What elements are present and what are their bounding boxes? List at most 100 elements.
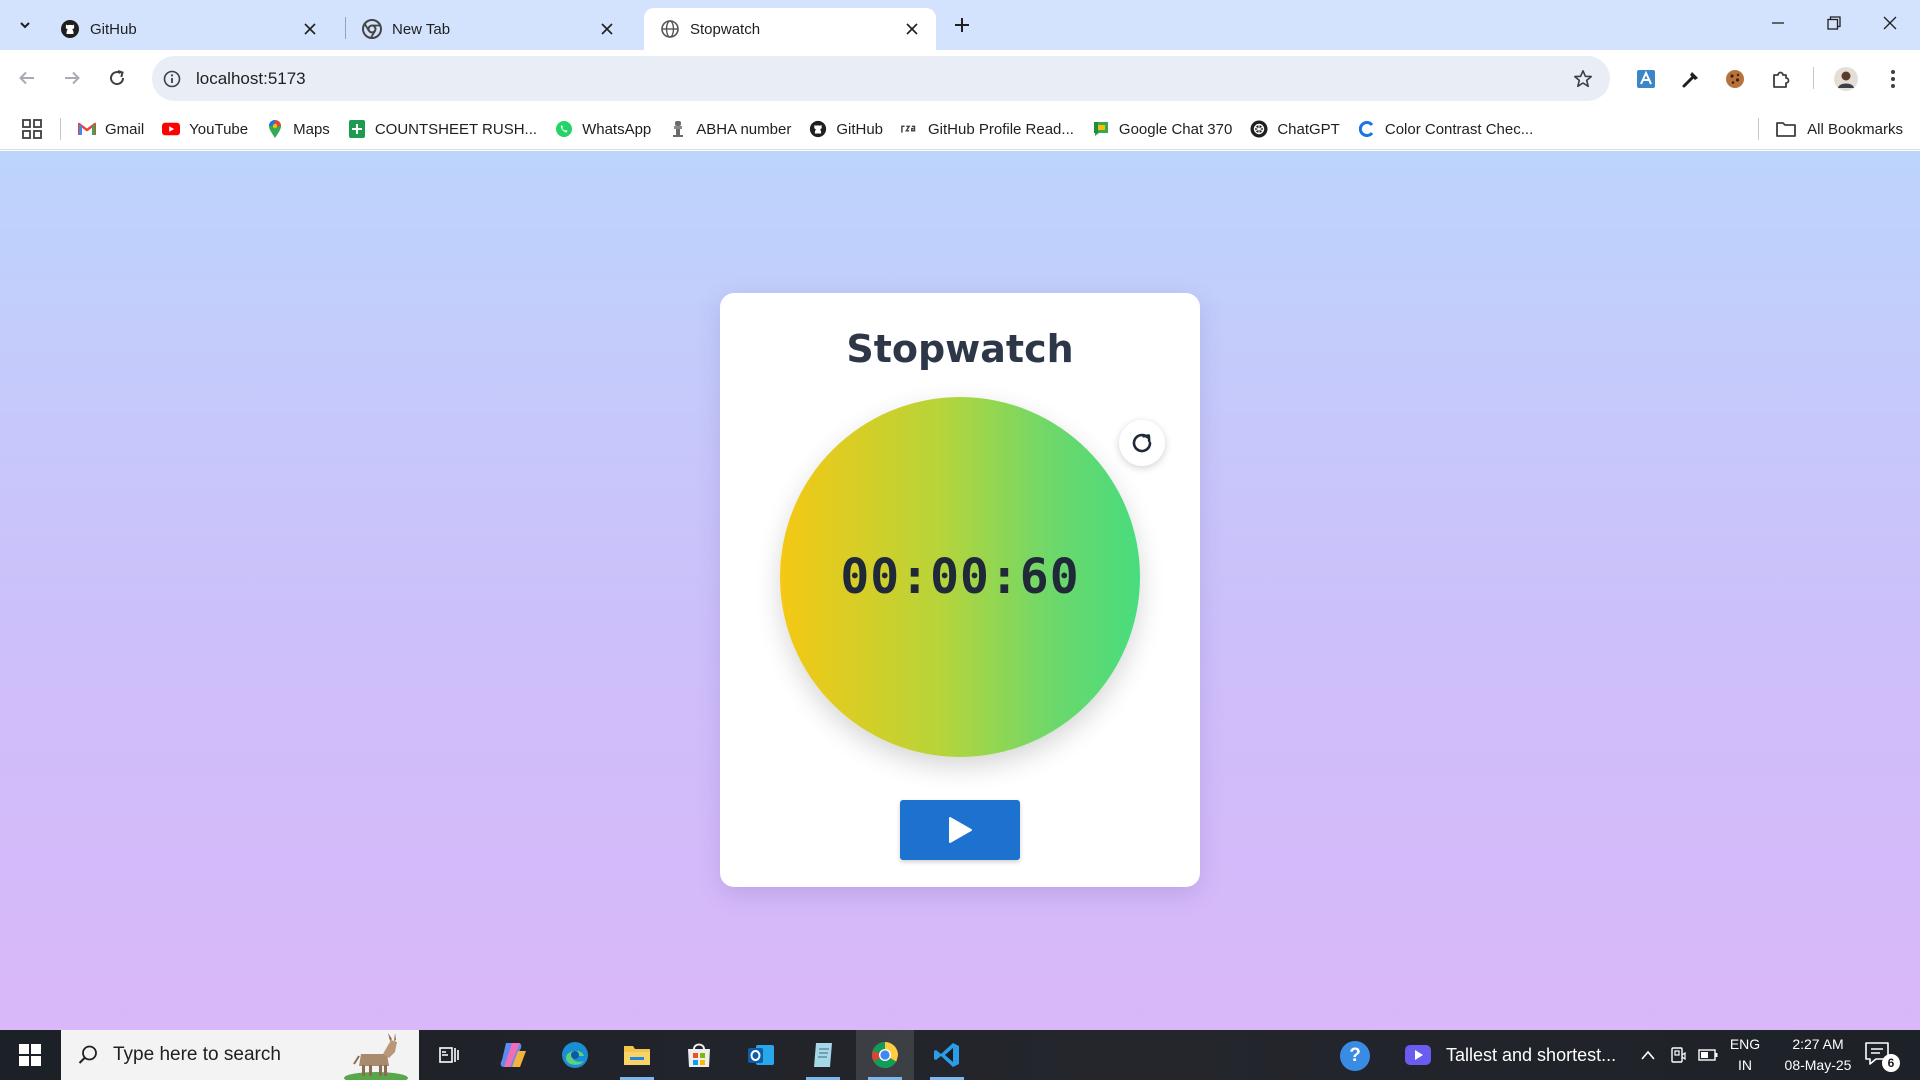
tab-stopwatch[interactable]: Stopwatch xyxy=(644,8,936,50)
apps-grid-icon[interactable] xyxy=(21,118,43,140)
file-explorer-app[interactable] xyxy=(608,1030,666,1080)
minimize-icon xyxy=(1772,22,1784,24)
snipping-app[interactable] xyxy=(794,1030,852,1080)
tab-search-button[interactable] xyxy=(12,12,38,38)
tab-github[interactable]: GitHub xyxy=(44,8,334,50)
reset-button[interactable] xyxy=(1119,420,1165,466)
page-title: Stopwatch xyxy=(846,327,1074,371)
whatsapp-icon xyxy=(555,120,573,138)
bookmark-label: Gmail xyxy=(105,120,145,138)
plus-icon xyxy=(955,18,969,32)
extension-dictionary-icon[interactable] xyxy=(1631,64,1661,94)
bookmark-label: ABHA number xyxy=(696,120,792,138)
bookmark-github[interactable]: GitHub xyxy=(809,114,891,144)
bookmark-whatsapp[interactable]: WhatsApp xyxy=(555,114,659,144)
video-icon xyxy=(1405,1045,1431,1065)
url-text[interactable]: localhost:5173 xyxy=(196,69,306,89)
bookmark-label: Google Chat 370 xyxy=(1118,120,1233,138)
language-region: IN xyxy=(1738,1057,1752,1073)
bookmark-abha[interactable]: ABHA number xyxy=(669,114,799,144)
outlook-app[interactable] xyxy=(732,1030,790,1080)
contrast-checker-icon xyxy=(1358,120,1376,138)
browser-toolbar: localhost:5173 xyxy=(0,50,1920,108)
cookie-icon[interactable] xyxy=(1720,64,1750,94)
reload-icon xyxy=(110,70,125,86)
copilot-icon xyxy=(500,1043,526,1067)
page-background: Stopwatch 00:00:60 xyxy=(0,151,1920,1030)
bookmark-google-chat[interactable]: Google Chat 370 xyxy=(1092,114,1240,144)
chrome-icon xyxy=(871,1041,898,1069)
bookmark-github-profile-readme[interactable]: GitHub Profile Read... xyxy=(901,114,1082,144)
chevron-down-icon xyxy=(20,22,30,29)
bookmark-chatgpt[interactable]: ChatGPT xyxy=(1250,114,1348,144)
avatar[interactable] xyxy=(1831,64,1861,94)
eyedropper-icon[interactable] xyxy=(1676,64,1706,94)
close-icon[interactable] xyxy=(300,19,320,39)
close-window-button[interactable] xyxy=(1862,0,1918,46)
reload-button[interactable] xyxy=(102,63,132,93)
show-hidden-icons-button[interactable] xyxy=(1637,1044,1659,1066)
toolbar-divider xyxy=(1813,67,1814,89)
news-text: Tallest and shortest... xyxy=(1446,1044,1617,1065)
meet-now-icon[interactable] xyxy=(1667,1044,1689,1066)
microsoft-store-app[interactable] xyxy=(670,1030,728,1080)
bookmark-label: YouTube xyxy=(189,120,249,138)
task-view-button[interactable] xyxy=(420,1030,478,1080)
bookmark-countsheet[interactable]: COUNTSHEET RUSH... xyxy=(348,114,545,144)
bookmark-youtube[interactable]: YouTube xyxy=(162,114,256,144)
menu-icon[interactable] xyxy=(1878,64,1908,94)
bookmark-label: COUNTSHEET RUSH... xyxy=(374,120,538,138)
close-icon[interactable] xyxy=(902,19,922,39)
clock[interactable]: 2:27 AM 08-May-25 xyxy=(1772,1034,1864,1076)
vscode-app[interactable] xyxy=(918,1030,976,1080)
sheets-icon xyxy=(348,120,366,138)
time-display: 00:00:60 xyxy=(840,549,1080,605)
chatgpt-icon xyxy=(1250,120,1268,138)
tab-title: Stopwatch xyxy=(690,20,761,38)
news-widget[interactable]: Tallest and shortest... xyxy=(1404,1030,1616,1080)
extensions-puzzle-icon[interactable] xyxy=(1766,64,1796,94)
edge-icon xyxy=(562,1042,588,1068)
notification-count-badge: 6 xyxy=(1882,1054,1900,1072)
bookmark-maps[interactable]: Maps xyxy=(266,114,338,144)
bookmark-color-contrast[interactable]: Color Contrast Chec... xyxy=(1358,114,1541,144)
play-button[interactable] xyxy=(900,800,1020,860)
help-icon[interactable]: ? xyxy=(1340,1041,1370,1071)
maps-icon xyxy=(266,120,284,138)
search-icon xyxy=(75,1042,101,1068)
minimize-button[interactable] xyxy=(1750,0,1806,46)
bookmark-gmail[interactable]: Gmail xyxy=(78,114,152,144)
close-icon[interactable] xyxy=(597,19,617,39)
chrome-icon xyxy=(362,19,382,39)
taskbar-search-box[interactable]: Type here to search xyxy=(61,1030,419,1080)
rsg-icon xyxy=(901,120,919,138)
all-bookmarks-button[interactable]: All Bookmarks xyxy=(1775,114,1903,144)
notifications-button[interactable]: 6 xyxy=(1862,1040,1900,1072)
bookmark-label: ChatGPT xyxy=(1277,120,1340,138)
restore-button[interactable] xyxy=(1806,0,1862,46)
new-tab-button[interactable] xyxy=(948,11,976,39)
copilot-app[interactable] xyxy=(484,1030,542,1080)
language-indicator[interactable]: ENG IN xyxy=(1725,1034,1765,1076)
folder-icon xyxy=(624,1046,650,1065)
refresh-icon xyxy=(1132,433,1152,453)
tab-title: GitHub xyxy=(90,20,137,38)
address-bar[interactable]: localhost:5173 xyxy=(152,56,1610,101)
arrow-left-icon xyxy=(19,71,34,85)
tab-new-tab[interactable]: New Tab xyxy=(346,8,631,50)
back-button[interactable] xyxy=(12,63,42,93)
battery-icon[interactable] xyxy=(1697,1044,1719,1066)
outlook-icon xyxy=(748,1045,774,1065)
bookmark-label: WhatsApp xyxy=(582,120,652,138)
bookmark-star-icon[interactable] xyxy=(1572,68,1594,90)
clock-time: 2:27 AM xyxy=(1792,1036,1844,1052)
forward-button[interactable] xyxy=(57,63,87,93)
bookmarks-divider xyxy=(1758,118,1759,140)
start-button[interactable] xyxy=(0,1030,60,1080)
bookmark-label: Color Contrast Chec... xyxy=(1384,120,1534,138)
chrome-app[interactable] xyxy=(856,1030,914,1080)
tab-title: New Tab xyxy=(392,20,451,38)
site-info-icon[interactable] xyxy=(162,69,182,89)
edge-app[interactable] xyxy=(546,1030,604,1080)
github-icon xyxy=(60,19,80,39)
